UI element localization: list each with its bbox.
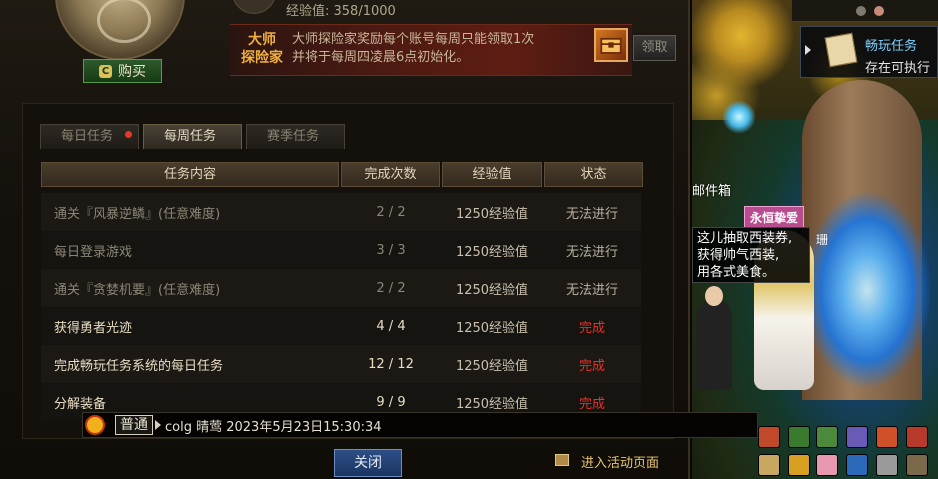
coin-icon: C [99,64,112,78]
task-status: 无法进行 [565,244,618,260]
claim-button[interactable]: 领取 [633,35,676,61]
task-exp: 1250经验值 [455,320,529,336]
exp-progress-text: 经验值: 358/1000 [286,4,396,19]
menu-icon[interactable] [906,454,928,476]
task-name: 通关『风暴逆鳞』(任意难度) [54,206,221,222]
buy-button[interactable]: C 购买 [83,59,162,83]
task-name: 获得勇者光迹 [54,320,133,336]
task-table-body: 通关『风暴逆鳞』(任意难度) 2 / 2 1250经验值 无法进行 每日登录游戏… [41,193,641,421]
task-exp: 1250经验值 [455,282,529,298]
banner-tag-line1: 大师 [248,32,276,48]
table-row[interactable]: 每日登录游戏 3 / 3 1250经验值 无法进行 [41,231,641,269]
task-status: 完成 [578,396,605,412]
reward-chest-icon [594,28,628,62]
key-icon[interactable] [876,454,898,476]
banner-desc-line2: 并将于每周四凌晨6点初始化。 [292,50,470,65]
notes-icon[interactable] [758,454,780,476]
settings-icon[interactable] [856,6,866,16]
activity-page-link[interactable]: 进入活动页面 [581,452,659,471]
skill-icon[interactable] [876,426,898,448]
task-status: 完成 [578,358,605,374]
character-icon[interactable] [846,426,868,448]
tp-icon[interactable] [846,454,868,476]
emoji-icon[interactable] [85,415,105,435]
task-exp: 1250经验值 [455,358,529,374]
rank-emblem-icon [55,0,185,60]
event-icon[interactable] [758,426,780,448]
task-count: 12 / 12 [368,356,414,372]
col-exp: 经验值 [442,162,542,187]
task-tabs: 每日任务 每周任务 赛季任务 [40,124,345,149]
avatar-icon[interactable] [874,6,884,16]
quest-title: 畅玩任务 [865,39,918,54]
tab-weekly[interactable]: 每周任务 [143,124,242,149]
quest-status: 存在可执行 [865,61,931,76]
task-exp: 1250经验值 [455,206,529,222]
table-row[interactable]: 通关『贪婪机要』(任意难度) 2 / 2 1250经验值 无法进行 [41,269,641,307]
task-count: 3 / 3 [376,242,406,258]
tab-daily[interactable]: 每日任务 [40,124,139,149]
banner-tag: 大师 探险家 [238,31,286,67]
chat-channel-selector[interactable]: 普通 [115,415,153,435]
boss-icon[interactable] [906,426,928,448]
task-name: 通关『贪婪机要』(任意难度) [54,282,221,298]
banner-tag-line2: 探险家 [241,50,283,66]
level-badge-icon [232,0,276,14]
speech-line-3: 用各式美食。 [697,265,776,280]
chat-input-bar[interactable]: 普通 colg 晴莺 2023年5月23日15:30:34 [82,412,758,438]
portal-glow [802,190,932,390]
task-count: 2 / 2 [376,204,406,220]
daily-icon[interactable] [788,454,810,476]
task-exp: 1250经验值 [455,396,529,412]
table-row[interactable]: 获得勇者光迹 4 / 4 1250经验值 完成 [41,307,641,345]
speech-line-1: 这儿抽取西装券, [697,231,793,246]
weekly-task-panel: C 购买 经验值: 358/1000 大师 探险家 大师探险家奖励每个账号每周只… [0,0,690,479]
task-status: 完成 [578,320,605,336]
task-name: 完成畅玩任务系统的每日任务 [54,358,224,374]
task-count: 9 / 9 [376,394,406,410]
task-status: 无法进行 [565,282,618,298]
npc-name-tag: 珊 [816,233,829,247]
master-explorer-banner: 大师 探险家 大师探险家奖励每个账号每周只能领取1次 并将于每周四凌晨6点初始化… [230,24,632,76]
task-name: 分解装备 [54,396,107,412]
sprout-icon[interactable] [788,426,810,448]
task-name: 每日登录游戏 [54,244,133,260]
scroll-quest-icon [824,32,858,68]
banner-desc-line1: 大师探险家奖励每个账号每周只能领取1次 [292,32,535,47]
quest-tracker[interactable]: 畅玩任务 存在可执行 [800,26,938,78]
chat-input[interactable]: colg 晴莺 2023年5月23日15:30:34 [165,416,382,435]
top-status-strip [792,0,938,22]
task-status: 无法进行 [565,206,618,222]
npc-title-tag: 永恒挚爱 [744,206,804,228]
npc-character[interactable] [696,286,732,390]
npc-speech-bubble: 这儿抽取西装券, 获得帅气西装, 用各式美食。 [692,227,810,283]
table-row[interactable]: 通关『风暴逆鳞』(任意难度) 2 / 2 1250经验值 无法进行 [41,193,641,231]
channel-arrow-icon[interactable] [155,420,161,430]
mailbox-label: 邮件箱 [692,184,732,199]
speech-line-2: 获得帅气西装, [697,248,780,263]
close-button[interactable]: 关闭 [334,449,402,477]
col-completion-count: 完成次数 [341,162,440,187]
calendar-icon[interactable] [816,426,838,448]
costume-icon[interactable] [816,454,838,476]
col-task-content: 任务内容 [41,162,339,187]
banner-description: 大师探险家奖励每个账号每周只能领取1次 并将于每周四凌晨6点初始化。 [292,31,592,67]
butterfly-icon [722,100,756,134]
task-count: 2 / 2 [376,280,406,296]
buy-button-label: 购买 [118,64,146,80]
tab-season[interactable]: 赛季任务 [246,124,345,149]
task-count: 4 / 4 [376,318,406,334]
tab-daily-label: 每日任务 [61,129,114,144]
col-status: 状态 [544,162,643,187]
task-table-header: 任务内容 完成次数 经验值 状态 [41,162,645,187]
tab-season-label: 赛季任务 [267,129,320,144]
table-row[interactable]: 完成畅玩任务系统的每日任务 12 / 12 1250经验值 完成 [41,345,641,383]
tab-weekly-label: 每周任务 [164,129,217,144]
quick-icon-tray [752,420,938,479]
mail-icon [555,454,569,466]
task-exp: 1250经验值 [455,244,529,260]
alert-dot-icon [125,131,132,138]
collapse-arrow-icon[interactable] [805,45,811,55]
